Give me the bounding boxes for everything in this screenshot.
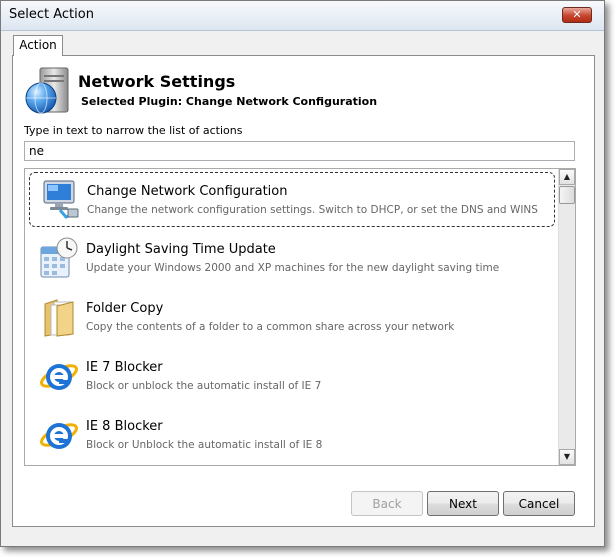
list-item-folder-copy[interactable]: Folder Copy Copy the contents of a folde… (29, 290, 555, 345)
folder-icon (44, 299, 74, 337)
network-settings-icon (25, 67, 69, 114)
item-name: Folder Copy (86, 301, 164, 316)
list-item-daylight-saving-time-update[interactable]: Daylight Saving Time Update Update your … (29, 231, 555, 286)
item-description: Copy the contents of a folder to a commo… (86, 321, 455, 333)
scroll-down-arrow-icon[interactable]: ▼ (559, 449, 575, 465)
item-name: IE 8 Blocker (86, 419, 163, 434)
item-name: Daylight Saving Time Update (86, 242, 276, 257)
action-list: Change Network Configuration Change the … (24, 168, 576, 466)
close-button[interactable]: ✕ (562, 7, 592, 23)
calendar-clock-icon (40, 237, 78, 278)
selected-plugin-label: Selected Plugin: Change Network Configur… (81, 95, 378, 108)
select-action-dialog: Select Action ✕ Action Network Settings … (0, 0, 605, 547)
internet-explorer-icon (40, 423, 78, 449)
item-description: Update your Windows 2000 and XP machines… (86, 262, 500, 274)
list-item-ie-8-blocker[interactable]: IE 8 Blocker Block or Unblock the automa… (29, 408, 555, 463)
window-title: Select Action (9, 7, 94, 22)
cancel-button[interactable]: Cancel (503, 491, 575, 516)
tab-action[interactable]: Action (13, 35, 63, 56)
page-title: Network Settings (78, 72, 236, 91)
next-button[interactable]: Next (427, 491, 499, 516)
internet-explorer-icon (40, 364, 78, 390)
filter-label: Type in text to narrow the list of actio… (24, 124, 243, 137)
list-scrollbar[interactable]: ▲ ▼ (558, 169, 575, 465)
network-computer-icon (43, 180, 79, 219)
list-item-ie-7-blocker[interactable]: IE 7 Blocker Block or unblock the automa… (29, 349, 555, 404)
item-name: Change Network Configuration (87, 184, 288, 199)
item-name: IE 7 Blocker (86, 360, 163, 375)
filter-input[interactable] (24, 141, 575, 161)
scroll-thumb[interactable] (559, 186, 575, 204)
item-description: Block or unblock the automatic install o… (86, 380, 322, 392)
item-description: Change the network configuration setting… (87, 204, 538, 216)
back-button[interactable]: Back (351, 491, 423, 516)
title-bar[interactable]: Select Action ✕ (1, 1, 604, 31)
item-description: Block or Unblock the automatic install o… (86, 439, 323, 451)
scroll-up-arrow-icon[interactable]: ▲ (559, 169, 575, 185)
list-item-change-network-configuration[interactable]: Change Network Configuration Change the … (29, 172, 555, 227)
